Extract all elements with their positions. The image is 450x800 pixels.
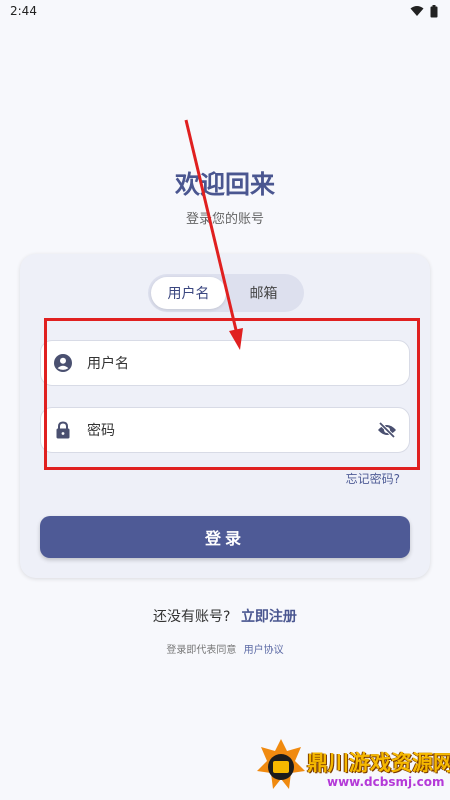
watermark-url: www.dcbsmj.com	[327, 775, 445, 789]
battery-icon	[430, 4, 438, 17]
forgot-password-link[interactable]: 忘记密码?	[346, 470, 400, 487]
register-line: 还没有账号? 立即注册	[0, 606, 450, 626]
no-account-text: 还没有账号?	[153, 609, 231, 625]
eye-off-icon[interactable]	[377, 420, 397, 440]
login-mode-tabs: 用户名 邮箱	[148, 274, 304, 312]
user-agreement-link[interactable]: 用户协议	[244, 645, 284, 656]
lock-icon	[53, 420, 73, 440]
tab-username[interactable]: 用户名	[151, 277, 226, 309]
watermark: 鼎川游戏资源网 www.dcbsmj.com	[255, 735, 450, 800]
watermark-logo-icon	[257, 739, 305, 789]
status-bar: 2:44	[0, 0, 450, 22]
wifi-icon	[410, 6, 424, 16]
watermark-brand: 鼎川游戏资源网	[307, 751, 450, 775]
account-circle-icon	[53, 353, 73, 373]
login-button[interactable]: 登录	[40, 516, 410, 558]
register-link[interactable]: 立即注册	[241, 609, 297, 625]
status-icons	[410, 4, 438, 18]
status-time: 2:44	[10, 4, 37, 18]
page-subtitle: 登录您的账号	[185, 212, 264, 227]
password-placeholder: 密码	[87, 423, 115, 439]
password-field[interactable]: 密码	[40, 407, 410, 453]
username-placeholder: 用户名	[87, 356, 129, 372]
tab-email[interactable]: 邮箱	[226, 277, 301, 309]
agreement-line: 登录即代表同意 用户协议	[0, 641, 450, 656]
username-field[interactable]: 用户名	[40, 340, 410, 386]
page-title: 欢迎回来	[174, 170, 275, 199]
login-card: 用户名 邮箱 用户名 密码 忘记密码? 登录	[20, 254, 430, 578]
agreement-prefix: 登录即代表同意	[166, 645, 237, 656]
